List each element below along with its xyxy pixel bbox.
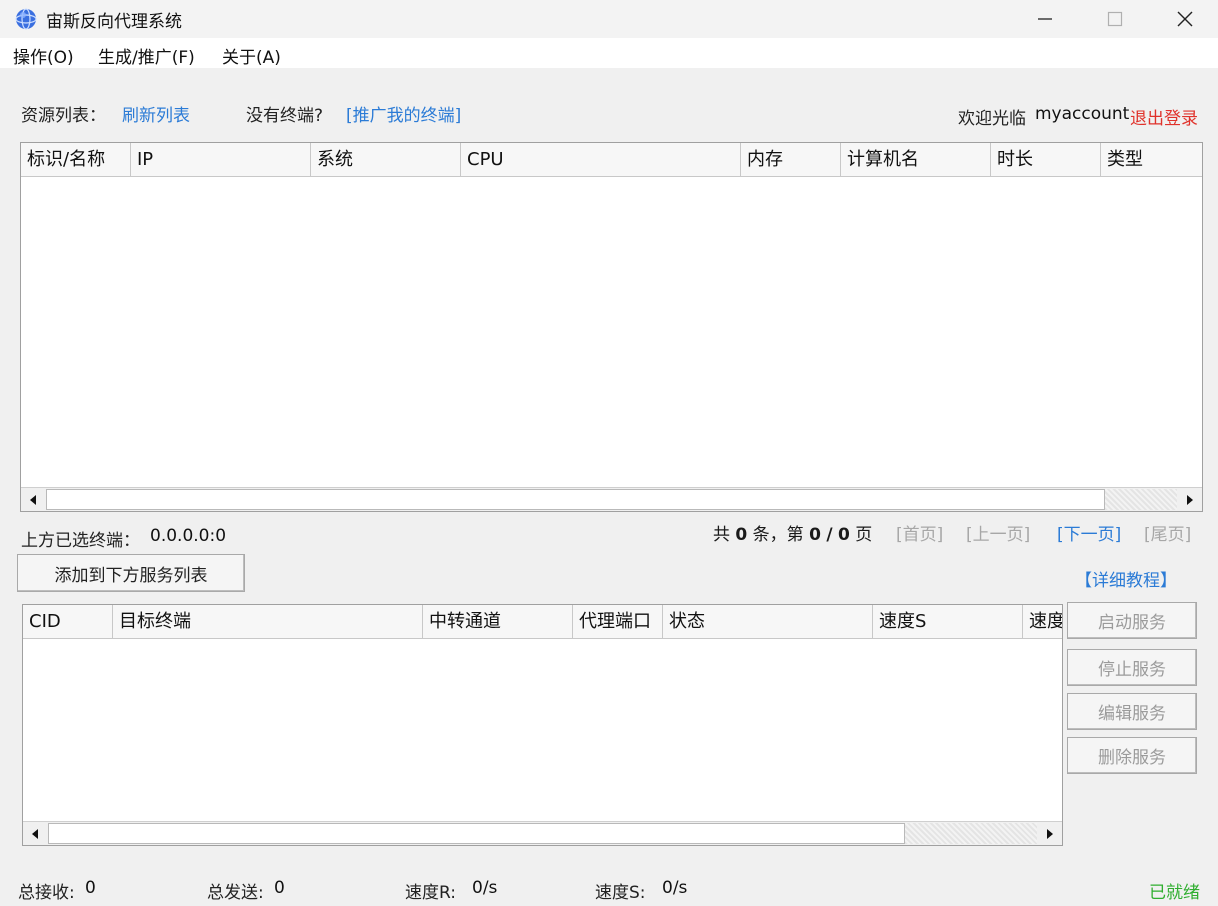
no-terminal-label: 没有终端? [246, 106, 324, 126]
col-proxy-port[interactable]: 代理端口 [573, 605, 663, 639]
minimize-button[interactable] [1010, 0, 1080, 38]
scroll-track[interactable] [1105, 489, 1177, 510]
terminal-table[interactable]: 标识/名称 IP 系统 CPU 内存 计算机名 时长 类型 [20, 142, 1203, 512]
page-suffix: 页 [855, 525, 873, 545]
arrow-left-icon [30, 494, 36, 505]
main-panel: 资源列表： 刷新列表 没有终端? [推广我的终端] 欢迎光临 myaccount… [0, 68, 1218, 906]
maximize-button[interactable] [1080, 0, 1150, 38]
col-duration[interactable]: 时长 [991, 143, 1101, 177]
start-service-button[interactable]: 启动服务 [1067, 602, 1197, 639]
menu-bar: 操作(O) 生成/推广(F) 关于(A) [0, 38, 1218, 68]
selected-terminal-value: 0.0.0.0:0 [150, 526, 227, 546]
col-name[interactable]: 标识/名称 [21, 143, 131, 177]
speed-r-value: 0/s [472, 878, 498, 898]
col-relay-channel[interactable]: 中转通道 [423, 605, 573, 639]
scroll-right-button[interactable] [1178, 488, 1202, 511]
speed-r-label: 速度R: [405, 883, 457, 903]
col-status[interactable]: 状态 [663, 605, 873, 639]
resource-list-label: 资源列表： [21, 106, 106, 126]
total-received-value: 0 [85, 878, 96, 898]
terminal-table-header: 标识/名称 IP 系统 CPU 内存 计算机名 时长 类型 [21, 143, 1202, 177]
col-speed[interactable]: 速度 [1023, 605, 1062, 639]
total-suffix: 条，第 [752, 525, 804, 545]
total-pages: 0 [837, 525, 850, 545]
current-page: 0 [809, 525, 821, 545]
speed-s-label: 速度S: [595, 883, 646, 903]
selected-terminal-label: 上方已选终端： [21, 531, 140, 551]
total-count: 0 [735, 525, 748, 545]
title-bar: 宙斯反向代理系统 [0, 0, 1218, 38]
delete-service-button[interactable]: 删除服务 [1067, 737, 1197, 774]
arrow-right-icon [1187, 494, 1193, 505]
service-table[interactable]: CID 目标终端 中转通道 代理端口 状态 速度S 速度 [22, 604, 1063, 846]
promote-terminal-link[interactable]: [推广我的终端] [346, 101, 461, 126]
minimize-icon [1038, 18, 1052, 20]
col-memory[interactable]: 内存 [741, 143, 841, 177]
col-cpu[interactable]: CPU [461, 143, 741, 177]
total-received-label: 总接收: [18, 883, 75, 903]
col-os[interactable]: 系统 [311, 143, 461, 177]
total-sent-label: 总发送: [207, 883, 264, 903]
service-scroll-track[interactable] [905, 823, 1037, 844]
col-type[interactable]: 类型 [1101, 143, 1202, 177]
maximize-icon [1107, 11, 1123, 27]
service-table-hscrollbar[interactable] [23, 821, 1062, 845]
col-cid[interactable]: CID [23, 605, 113, 639]
welcome-label: 欢迎光临 [958, 109, 1026, 129]
menu-operate[interactable]: 操作(O) [13, 43, 74, 68]
first-page-link[interactable]: [首页] [896, 520, 943, 545]
scroll-thumb[interactable] [46, 489, 1105, 510]
page-separator: / [826, 525, 833, 545]
pagination-info: 共 0 条，第 0 / 0 页 [713, 520, 872, 545]
service-table-header: CID 目标终端 中转通道 代理端口 状态 速度S 速度 [23, 605, 1062, 639]
logout-link[interactable]: 退出登录 [1130, 104, 1198, 129]
prev-page-link[interactable]: [上一页] [966, 520, 1030, 545]
close-button[interactable] [1150, 0, 1218, 38]
col-speed-s[interactable]: 速度S [873, 605, 1023, 639]
edit-service-button[interactable]: 编辑服务 [1067, 693, 1197, 730]
stop-service-button[interactable]: 停止服务 [1067, 649, 1197, 686]
col-target-terminal[interactable]: 目标终端 [113, 605, 423, 639]
service-scroll-left-button[interactable] [23, 822, 47, 845]
menu-generate[interactable]: 生成/推广(F) [98, 43, 195, 68]
service-scroll-thumb[interactable] [48, 823, 905, 844]
next-page-link[interactable]: [下一页] [1057, 520, 1121, 545]
tutorial-link[interactable]: 【详细教程】 [1075, 566, 1177, 591]
arrow-right-icon [1047, 828, 1053, 839]
service-scroll-right-button[interactable] [1038, 822, 1062, 845]
col-hostname[interactable]: 计算机名 [841, 143, 991, 177]
globe-app-icon [15, 8, 37, 30]
terminal-table-hscrollbar[interactable] [21, 487, 1202, 511]
total-prefix: 共 [713, 525, 730, 545]
window-title: 宙斯反向代理系统 [46, 12, 182, 32]
speed-s-value: 0/s [662, 878, 688, 898]
col-ip[interactable]: IP [131, 143, 311, 177]
arrow-left-icon [32, 828, 38, 839]
last-page-link[interactable]: [尾页] [1144, 520, 1191, 545]
username: myaccount [1035, 104, 1130, 124]
total-sent-value: 0 [274, 878, 285, 898]
close-icon [1177, 11, 1193, 27]
ready-status: 已就绪 [1149, 883, 1200, 903]
menu-about[interactable]: 关于(A) [222, 43, 281, 68]
scroll-left-button[interactable] [21, 488, 45, 511]
add-to-service-list-button[interactable]: 添加到下方服务列表 [17, 554, 245, 592]
refresh-list-link[interactable]: 刷新列表 [122, 101, 190, 126]
